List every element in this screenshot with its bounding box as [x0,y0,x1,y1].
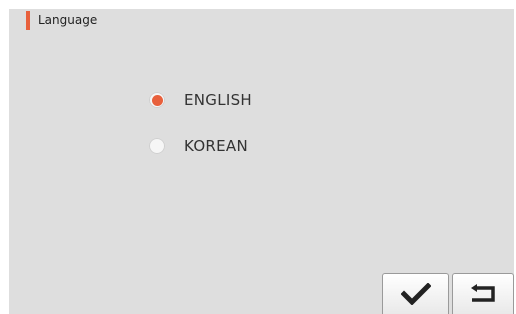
radio-selected-dot [151,94,163,106]
language-option-korean[interactable]: KOREAN [149,133,252,159]
header-accent-bar [26,10,30,30]
english-radio-button[interactable] [149,92,165,108]
language-options: ENGLISH KOREAN [149,87,252,179]
option-label-english: ENGLISH [184,91,253,109]
language-screen: Language ENGLISH KOREAN [9,9,514,314]
korean-radio-button[interactable] [149,138,165,154]
checkmark-icon [400,283,431,305]
confirm-button[interactable] [382,273,449,314]
back-button[interactable] [452,273,514,314]
page-title: Language [38,13,98,27]
language-option-english[interactable]: ENGLISH [149,87,252,113]
option-label-korean: KOREAN [184,137,249,155]
return-arrow-icon [471,284,495,302]
screen-header: Language [26,9,97,31]
